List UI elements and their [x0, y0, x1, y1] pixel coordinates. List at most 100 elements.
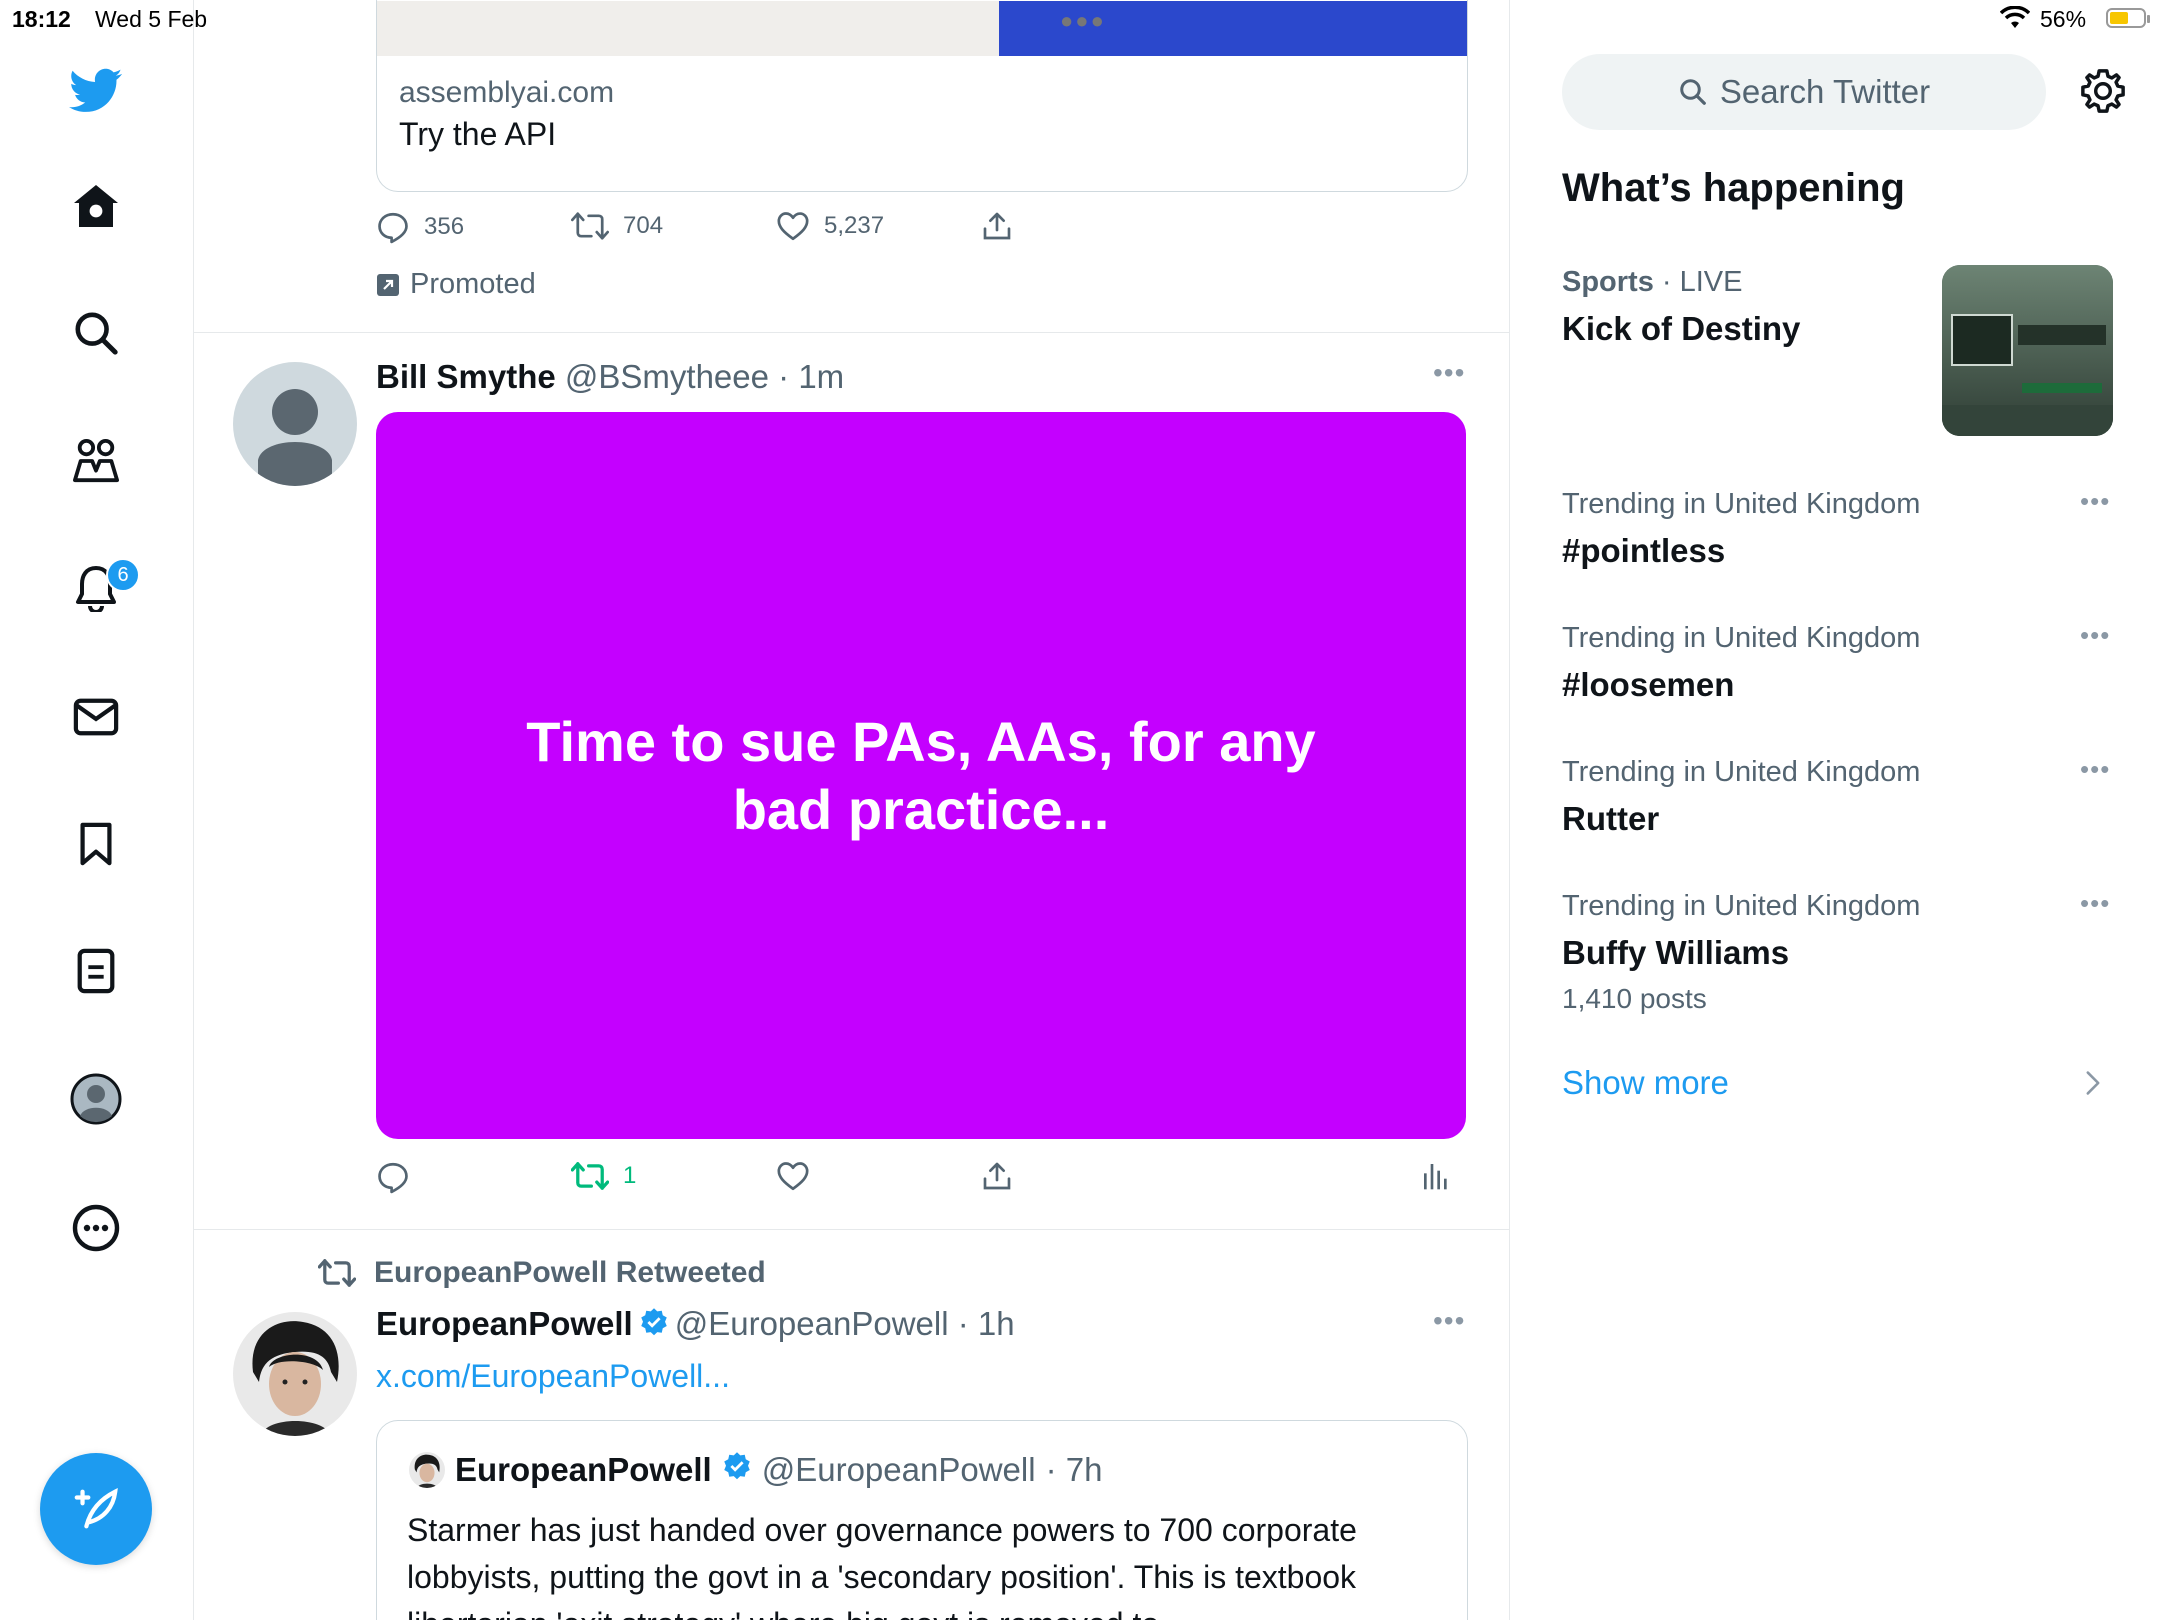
- share-icon: [983, 212, 1011, 240]
- author-name[interactable]: Bill Smythe: [376, 358, 556, 395]
- left-nav: 6: [0, 0, 194, 1620]
- chevron-right-icon[interactable]: [2085, 1070, 2101, 1101]
- avatar[interactable]: [233, 1312, 357, 1436]
- tweet-header: Bill Smythe @BSmytheee · 1m: [376, 358, 844, 396]
- search-placeholder: Search Twitter: [1719, 73, 1931, 110]
- status-date: Wed 5 Feb: [95, 6, 208, 32]
- more-circle-icon[interactable]: [65, 1197, 127, 1259]
- timeline: assemblyai.com Try the API 356 704 5,237…: [193, 0, 1510, 1620]
- promoted-label: Promoted: [376, 268, 536, 301]
- communities-icon[interactable]: [65, 430, 127, 492]
- quote-header: EuropeanPowell @EuropeanPowell · 7h: [409, 1451, 1102, 1489]
- reply-icon: [378, 1162, 408, 1194]
- more-icon[interactable]: •••: [1433, 357, 1465, 389]
- trend-meta: Trending in United Kingdom: [1562, 488, 1921, 520]
- wifi-icon: [1999, 5, 2031, 35]
- analytics-button[interactable]: [1421, 1160, 1451, 1192]
- like-button[interactable]: [776, 1160, 810, 1192]
- trend-name[interactable]: #loosemen: [1562, 666, 1734, 704]
- compose-icon: [74, 1488, 118, 1529]
- trend-category: Sports: [1562, 266, 1654, 298]
- quote-author-handle: @EuropeanPowell: [761, 1451, 1036, 1488]
- home-icon[interactable]: [65, 175, 127, 237]
- trend-name[interactable]: Rutter: [1562, 800, 1659, 838]
- retweet-button[interactable]: 1: [571, 1160, 636, 1192]
- promoted-icon: [377, 273, 399, 296]
- retweeted-text[interactable]: EuropeanPowell Retweeted: [374, 1256, 766, 1290]
- promoted-text: Promoted: [410, 268, 536, 300]
- like-icon: [777, 1162, 809, 1191]
- mail-icon[interactable]: [65, 686, 127, 748]
- tweet-header: EuropeanPowell @EuropeanPowell · 1h: [376, 1305, 1015, 1345]
- more-icon[interactable]: •••: [2080, 620, 2110, 651]
- verified-icon: [639, 1307, 669, 1345]
- quote-text: Starmer has just handed over governance …: [407, 1512, 1357, 1620]
- battery-percent: 56%: [2040, 6, 2087, 32]
- tweet-image[interactable]: Time to sue PAs, AAs, for any bad practi…: [376, 412, 1466, 1139]
- retweet-count: 1: [623, 1162, 637, 1189]
- profile-icon[interactable]: [65, 1068, 127, 1130]
- trend-live: · LIVE: [1653, 266, 1743, 298]
- card-title: Try the API: [399, 116, 557, 152]
- more-icon[interactable]: •••: [1433, 1305, 1465, 1337]
- share-button[interactable]: [981, 1160, 1013, 1192]
- avatar[interactable]: [233, 362, 357, 486]
- trend-name[interactable]: #pointless: [1562, 532, 1725, 570]
- section-title: What’s happening: [1562, 166, 1905, 210]
- more-icon[interactable]: •••: [2080, 888, 2110, 919]
- reply-button[interactable]: 356: [376, 210, 464, 244]
- retweet-count: 704: [623, 212, 664, 239]
- trend-meta: Trending in United Kingdom: [1562, 622, 1921, 654]
- search-icon[interactable]: [65, 302, 127, 364]
- card-domain: assemblyai.com: [399, 76, 615, 109]
- retweet-button[interactable]: 704: [571, 210, 663, 242]
- retweet-icon: [571, 212, 609, 240]
- quoted-tweet[interactable]: EuropeanPowell @EuropeanPowell · 7h Star…: [376, 1420, 1468, 1620]
- tweet-link[interactable]: x.com/EuropeanPowell...: [376, 1358, 730, 1395]
- tweet-image-text: Time to sue PAs, AAs, for any bad practi…: [526, 709, 1316, 841]
- like-button[interactable]: 5,237: [776, 210, 884, 242]
- verified-icon: [722, 1451, 752, 1489]
- right-sidebar: Search Twitter What’s happening Sports ·…: [1510, 0, 2160, 1620]
- status-time: 18:12: [12, 6, 71, 32]
- like-icon: [777, 212, 809, 241]
- twitter-bird-icon[interactable]: [65, 60, 127, 122]
- quote-author-name: EuropeanPowell: [455, 1451, 712, 1488]
- show-more-link[interactable]: Show more: [1562, 1064, 1729, 1102]
- status-bar: 18:12 Wed 5 Feb ●●● 56%: [0, 0, 2160, 38]
- share-button[interactable]: [981, 210, 1013, 242]
- more-icon[interactable]: •••: [2080, 486, 2110, 517]
- analytics-icon: [1424, 1164, 1447, 1190]
- reply-count: 356: [424, 213, 465, 240]
- trend-count: 1,410 posts: [1562, 983, 1707, 1014]
- trend-name[interactable]: Buffy Williams: [1562, 934, 1789, 972]
- trend-meta: Trending in United Kingdom: [1562, 756, 1921, 788]
- retweet-icon: [318, 1259, 356, 1287]
- quote-time: · 7h: [1045, 1451, 1103, 1488]
- tweet-time[interactable]: · 1m: [778, 358, 844, 395]
- more-icon[interactable]: •••: [2080, 754, 2110, 785]
- notifications-badge: 6: [106, 558, 140, 592]
- compose-button[interactable]: [40, 1453, 152, 1565]
- gear-icon[interactable]: [2080, 68, 2126, 119]
- lists-icon[interactable]: [65, 940, 127, 1002]
- divider: [193, 332, 1509, 333]
- author-handle[interactable]: @EuropeanPowell: [675, 1305, 949, 1342]
- retweet-icon: [571, 1162, 609, 1190]
- tweet-time[interactable]: · 1h: [958, 1305, 1015, 1342]
- battery-icon: [2106, 8, 2150, 28]
- search-input[interactable]: Search Twitter: [1562, 54, 2046, 130]
- trend-thumbnail[interactable]: [1942, 265, 2113, 436]
- retweeted-label: EuropeanPowell Retweeted: [318, 1256, 766, 1290]
- promo-tweet-actions: 356 704 5,237: [376, 210, 1476, 250]
- trend-name[interactable]: Kick of Destiny: [1562, 310, 1800, 348]
- trend-meta: Trending in United Kingdom: [1562, 890, 1921, 922]
- bookmark-icon[interactable]: [65, 813, 127, 875]
- multitask-dots-icon[interactable]: ●●●: [1060, 8, 1106, 34]
- avatar: [409, 1452, 445, 1488]
- like-count: 5,237: [824, 212, 885, 239]
- reply-button[interactable]: [376, 1160, 410, 1194]
- author-name[interactable]: EuropeanPowell: [376, 1305, 633, 1342]
- author-handle[interactable]: @BSmytheee: [565, 358, 769, 395]
- search-icon: [1680, 79, 1706, 105]
